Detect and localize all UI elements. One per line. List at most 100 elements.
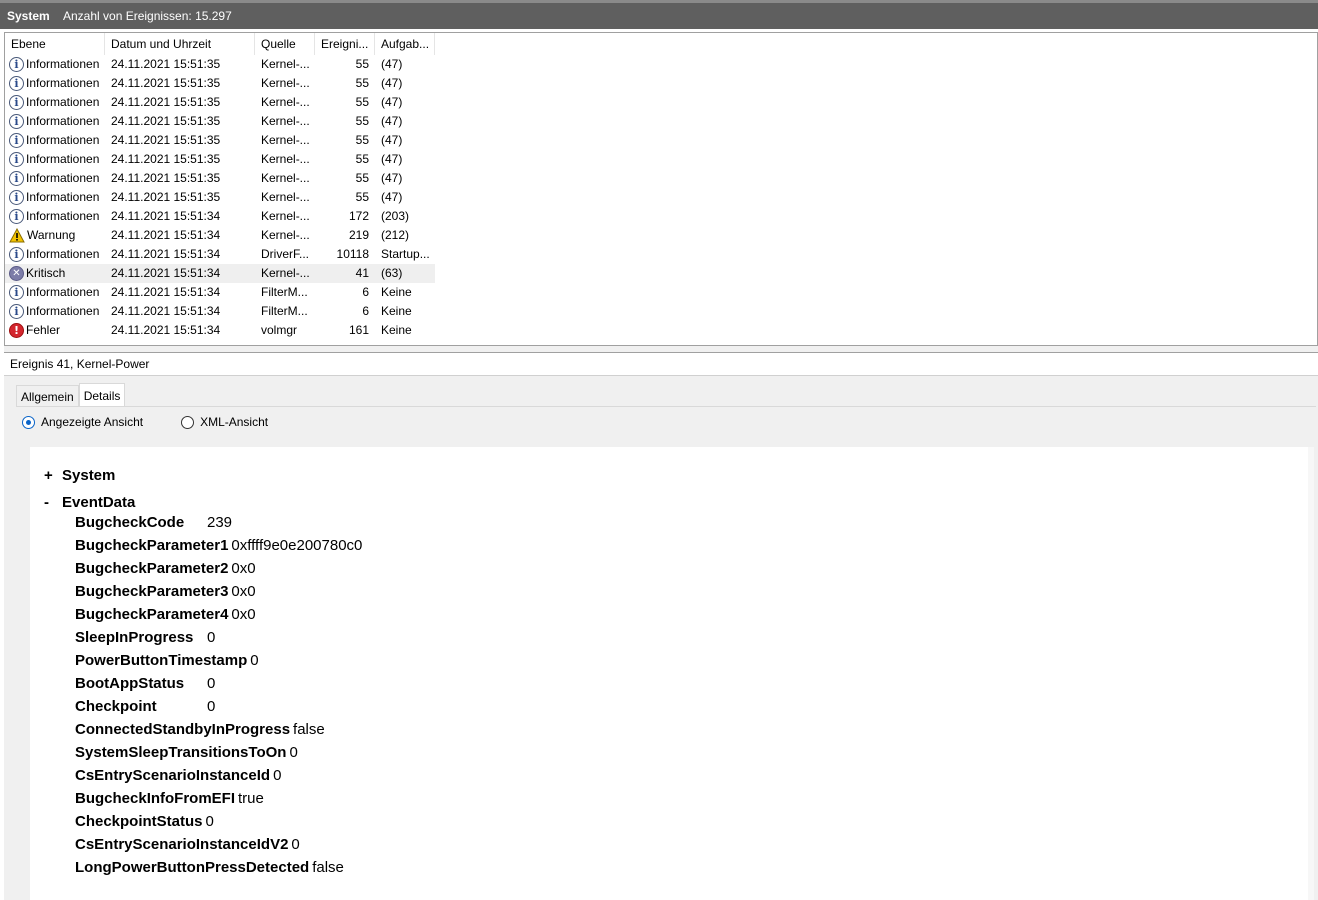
- event-row[interactable]: ! Fehler 24.11.2021 15:51:34 volmgr 161 Keine: [5, 321, 435, 340]
- cell-source: FilterM...: [261, 285, 308, 299]
- event-row[interactable]: i Informationen 24.11.2021 15:51:34 FilterM…: [5, 302, 435, 321]
- cell-source: Kernel-...: [261, 209, 310, 223]
- field-value: 239: [207, 514, 233, 531]
- cell-event-id: 55: [355, 152, 369, 166]
- field-value: 0: [207, 698, 216, 715]
- cell-source: Kernel-...: [261, 76, 310, 90]
- cell-event-id: 55: [355, 171, 369, 185]
- cell-date: 24.11.2021 15:51:35: [111, 152, 221, 166]
- cell-task: (47): [381, 171, 403, 185]
- field-key: BugcheckParameter4: [75, 606, 229, 623]
- section-system-label: System: [62, 467, 116, 484]
- event-data-field: CsEntryScenarioInstanceId 0: [75, 764, 281, 787]
- tab-general[interactable]: Allgemein: [16, 385, 79, 407]
- field-key: ConnectedStandbyInProgress: [75, 721, 291, 738]
- level-text: Informationen: [26, 152, 100, 166]
- event-list[interactable]: Ebene Datum und Uhrzeit Quelle Ereigni..…: [4, 32, 1318, 346]
- column-header-source[interactable]: Quelle: [255, 33, 315, 55]
- cell-source: Kernel-...: [261, 152, 310, 166]
- field-value: false: [312, 859, 344, 876]
- cell-level: i Informationen: [5, 188, 105, 207]
- level-text: Informationen: [26, 209, 100, 223]
- column-header-date[interactable]: Datum und Uhrzeit: [105, 33, 255, 55]
- event-data-field: CheckpointStatus 0: [75, 810, 214, 833]
- field-value: 0xffff9e0e200780c0: [231, 537, 363, 554]
- event-row[interactable]: i Informationen 24.11.2021 15:51:35 Kernel-…: [5, 112, 435, 131]
- collapse-toggle[interactable]: -: [44, 494, 62, 511]
- section-eventdata[interactable]: - EventData: [44, 494, 135, 511]
- event-row[interactable]: i Informationen 24.11.2021 15:51:34 FilterM…: [5, 283, 435, 302]
- cell-level: Warnung: [5, 226, 105, 245]
- event-row[interactable]: i Informationen 24.11.2021 15:51:35 Kernel-…: [5, 131, 435, 150]
- event-data-field: BootAppStatus 0: [75, 672, 215, 695]
- field-key: CsEntryScenarioInstanceIdV2: [75, 836, 289, 853]
- cell-date: 24.11.2021 15:51:35: [111, 190, 221, 204]
- expand-toggle[interactable]: +: [44, 467, 62, 484]
- cell-date: 24.11.2021 15:51:35: [111, 133, 221, 147]
- cell-task: (47): [381, 114, 403, 128]
- cell-level: i Informationen: [5, 93, 105, 112]
- event-row[interactable]: i Informationen 24.11.2021 15:51:35 Kernel-…: [5, 93, 435, 112]
- event-row[interactable]: i Informationen 24.11.2021 15:51:35 Kernel-…: [5, 169, 435, 188]
- radio-xml-view[interactable]: XML-Ansicht: [181, 415, 268, 429]
- cell-level: ✕ Kritisch: [5, 264, 105, 283]
- level-text: Informationen: [26, 95, 100, 109]
- cell-task: (63): [381, 266, 403, 280]
- field-value: 0: [289, 744, 298, 761]
- field-key: SleepInProgress: [75, 629, 194, 646]
- cell-date: 24.11.2021 15:51:35: [111, 114, 221, 128]
- column-header-event-id[interactable]: Ereigni...: [315, 33, 375, 55]
- column-header-level[interactable]: Ebene: [5, 33, 105, 55]
- cell-event-id: 6: [362, 304, 369, 318]
- list-header: Ebene Datum und Uhrzeit Quelle Ereigni..…: [5, 33, 1317, 55]
- event-row[interactable]: i Informationen 24.11.2021 15:51:35 Kernel-…: [5, 188, 435, 207]
- info-icon: i: [9, 57, 24, 72]
- event-detail-title: Ereignis 41, Kernel-Power: [4, 353, 1318, 376]
- event-data-viewer[interactable]: + System - EventData BugcheckCode 239 Bugc…: [30, 447, 1314, 900]
- cell-event-id: 172: [348, 209, 369, 223]
- level-text: Informationen: [26, 247, 100, 261]
- cell-event-id: 41: [355, 266, 369, 280]
- section-system[interactable]: + System: [44, 467, 115, 484]
- field-key: Checkpoint: [75, 698, 157, 715]
- info-icon: i: [9, 114, 24, 129]
- event-data-field: LongPowerButtonPressDetected false: [75, 856, 344, 879]
- event-data-field: SystemSleepTransitionsToOn 0: [75, 741, 298, 764]
- radio-friendly-view[interactable]: Angezeigte Ansicht: [22, 415, 143, 429]
- cell-level: i Informationen: [5, 207, 105, 226]
- cell-level: i Informationen: [5, 150, 105, 169]
- cell-date: 24.11.2021 15:51:34: [111, 209, 221, 223]
- cell-task: (203): [381, 209, 410, 223]
- level-text: Fehler: [26, 323, 61, 337]
- event-row[interactable]: Warnung 24.11.2021 15:51:34 Kernel-... 219 (…: [5, 226, 435, 245]
- info-icon: i: [9, 95, 24, 110]
- event-row[interactable]: i Informationen 24.11.2021 15:51:34 DriverF…: [5, 245, 435, 264]
- cell-level: i Informationen: [5, 283, 105, 302]
- event-row[interactable]: ✕ Kritisch 24.11.2021 15:51:34 Kernel-... 41…: [5, 264, 435, 283]
- section-eventdata-label: EventData: [62, 494, 136, 511]
- cell-source: Kernel-...: [261, 133, 310, 147]
- cell-event-id: 161: [348, 323, 369, 337]
- event-data-field: Checkpoint 0: [75, 695, 215, 718]
- field-key: BugcheckCode: [75, 514, 185, 531]
- column-header-task[interactable]: Aufgab...: [375, 33, 435, 55]
- info-icon: i: [9, 171, 24, 186]
- level-text: Informationen: [26, 76, 100, 90]
- field-key: CsEntryScenarioInstanceId: [75, 767, 271, 784]
- cell-task: Keine: [381, 323, 412, 337]
- level-text: Informationen: [26, 133, 100, 147]
- cell-task: (47): [381, 133, 403, 147]
- pane-splitter[interactable]: [4, 346, 1318, 353]
- field-key: BugcheckParameter2: [75, 560, 229, 577]
- field-value: 0: [273, 767, 282, 784]
- event-row[interactable]: i Informationen 24.11.2021 15:51:35 Kernel-…: [5, 150, 435, 169]
- event-rows: i Informationen 24.11.2021 15:51:35 Kernel-…: [5, 55, 1317, 340]
- event-row[interactable]: i Informationen 24.11.2021 15:51:35 Kernel-…: [5, 74, 435, 93]
- tab-details[interactable]: Details: [78, 383, 126, 407]
- info-icon: i: [9, 304, 24, 319]
- cell-source: FilterM...: [261, 304, 308, 318]
- event-row[interactable]: i Informationen 24.11.2021 15:51:35 Kernel-…: [5, 55, 435, 74]
- field-value: 0x0: [231, 560, 256, 577]
- vertical-scrollbar[interactable]: [1308, 447, 1314, 900]
- event-row[interactable]: i Informationen 24.11.2021 15:51:34 Kernel-…: [5, 207, 435, 226]
